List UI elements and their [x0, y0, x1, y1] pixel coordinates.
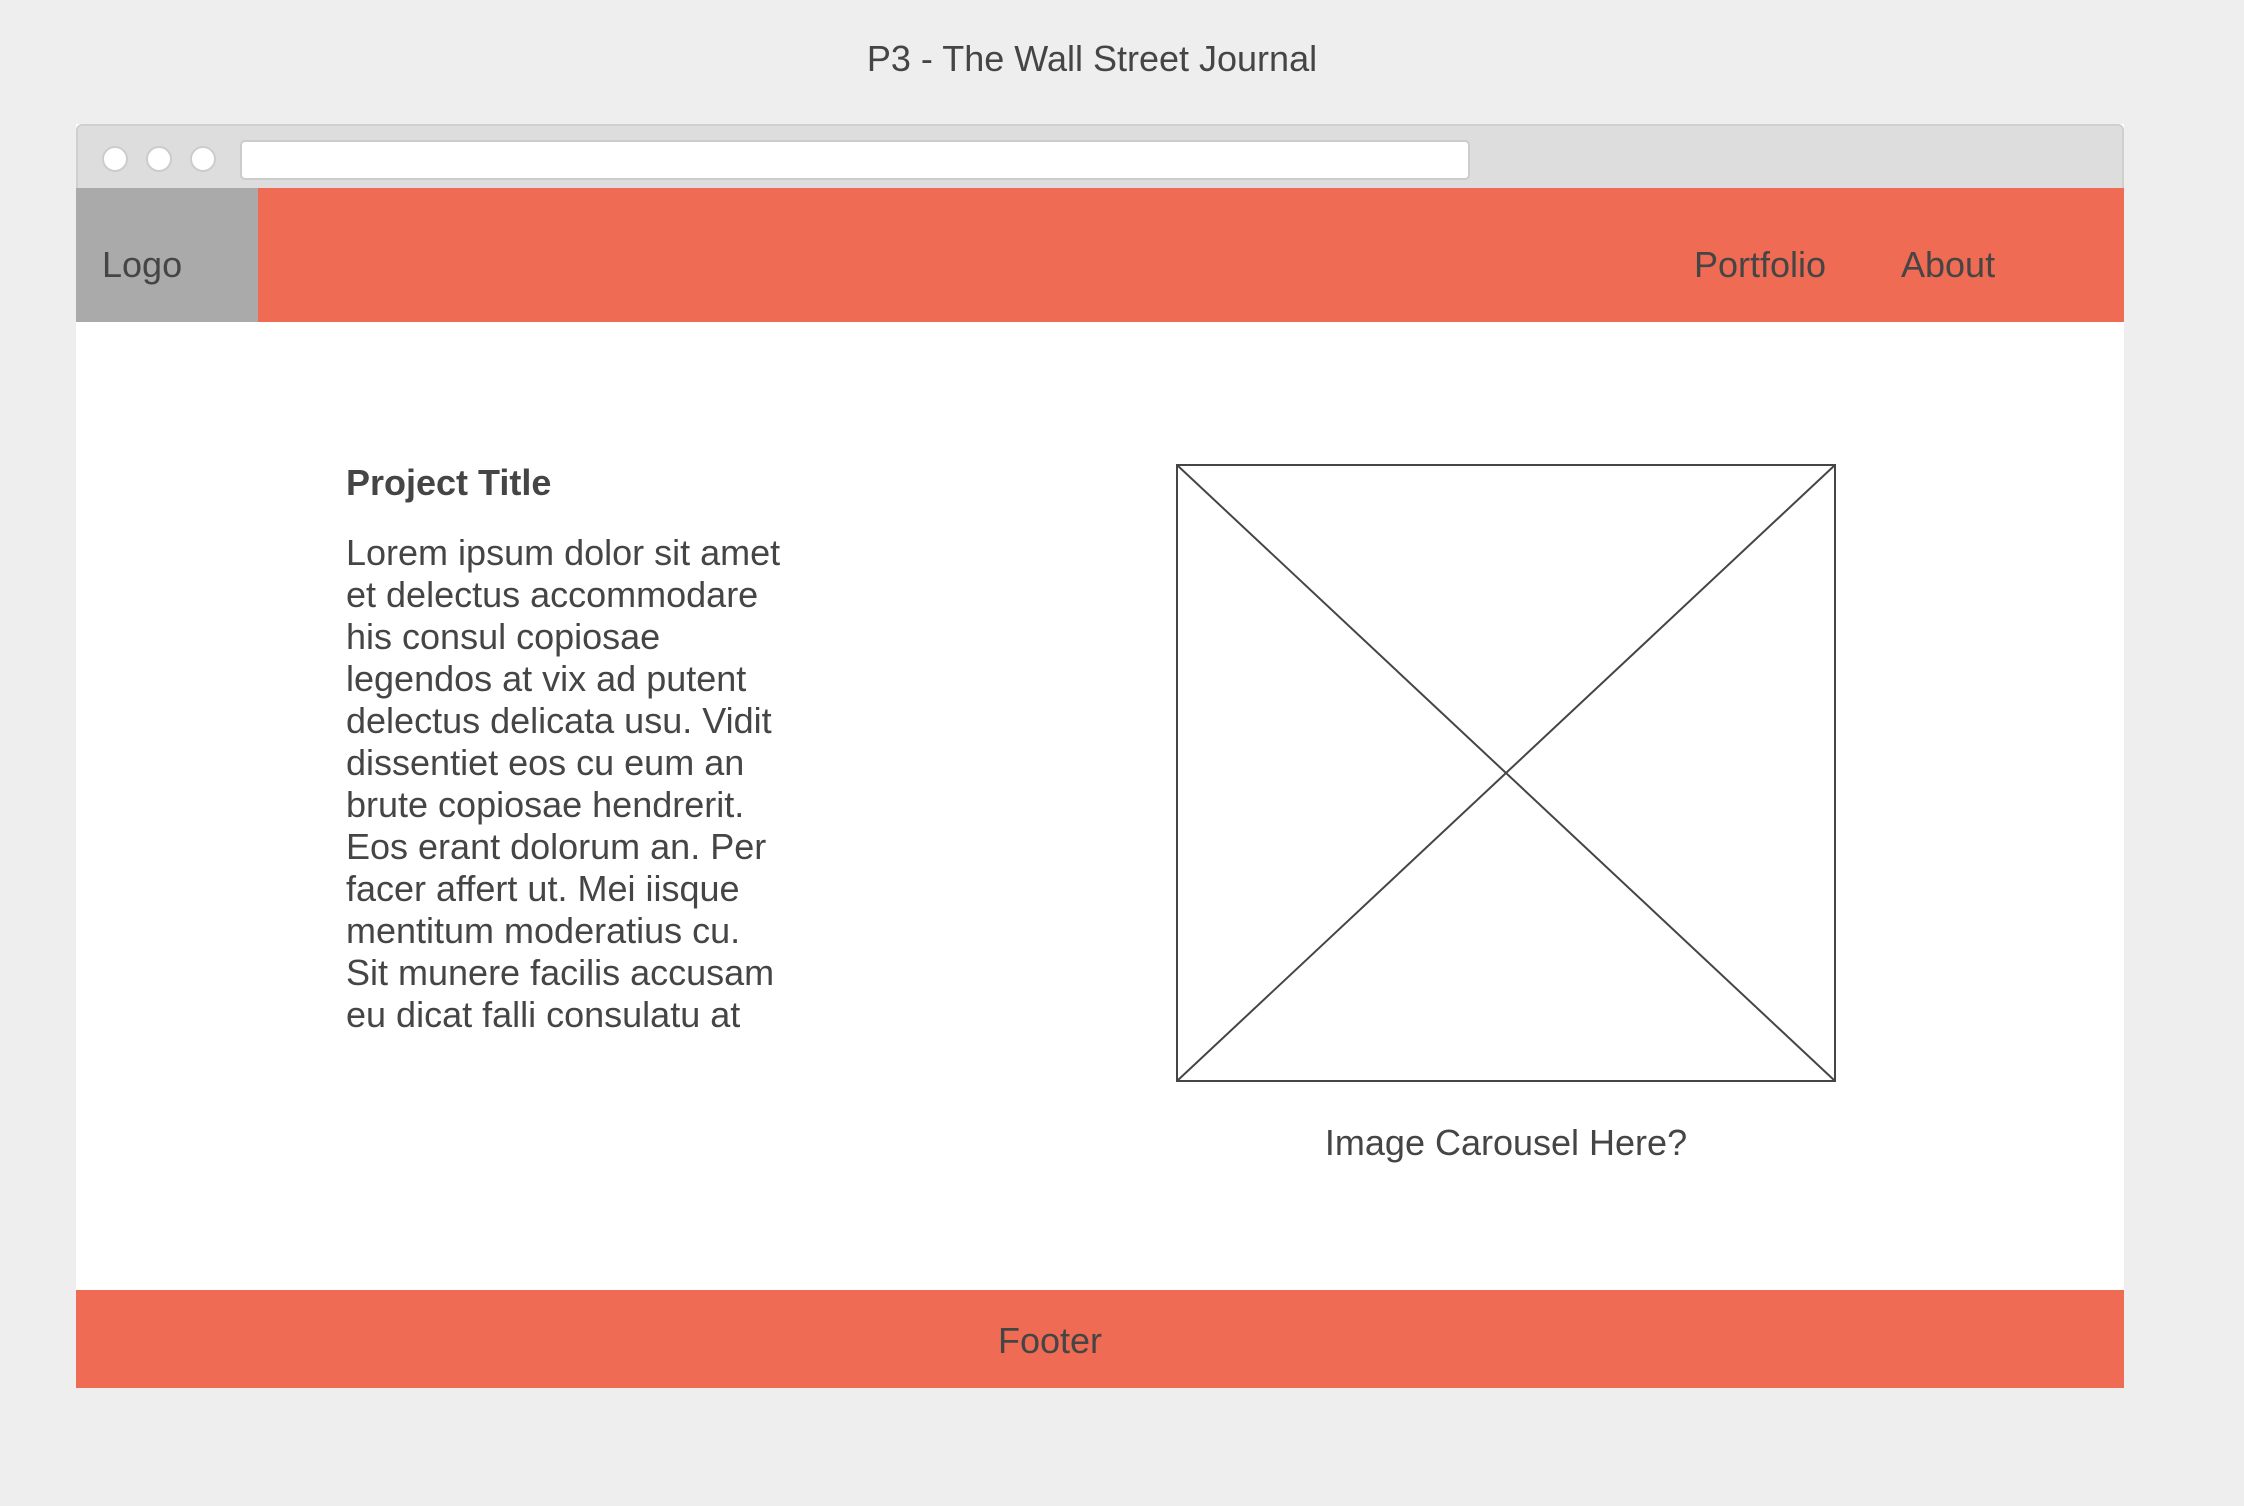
navbar: Logo Portfolio About	[76, 188, 2124, 322]
window-close-dot[interactable]	[102, 146, 128, 172]
image-caption: Image Carousel Here?	[1324, 1122, 1688, 1163]
project-title: Project Title	[346, 462, 552, 503]
nav-link-portfolio[interactable]: Portfolio	[1694, 244, 1826, 286]
window-minimize-dot[interactable]	[146, 146, 172, 172]
logo-label: Logo	[102, 244, 183, 285]
address-bar[interactable]	[240, 140, 1470, 180]
project-description: Lorem ipsum dolor sit amet et delectus a…	[346, 532, 781, 1035]
page-title: P3 - The Wall Street Journal	[866, 38, 1318, 79]
browser-chrome	[76, 124, 2124, 188]
nav-link-about[interactable]: About	[1901, 244, 1995, 286]
window-maximize-dot[interactable]	[190, 146, 216, 172]
browser-window: Logo Portfolio About Project Title Lorem…	[76, 124, 2124, 1388]
footer-label: Footer	[997, 1320, 1103, 1361]
image-placeholder-icon	[1176, 464, 1836, 1082]
footer: Footer	[76, 1290, 2124, 1388]
logo[interactable]: Logo	[76, 188, 258, 322]
